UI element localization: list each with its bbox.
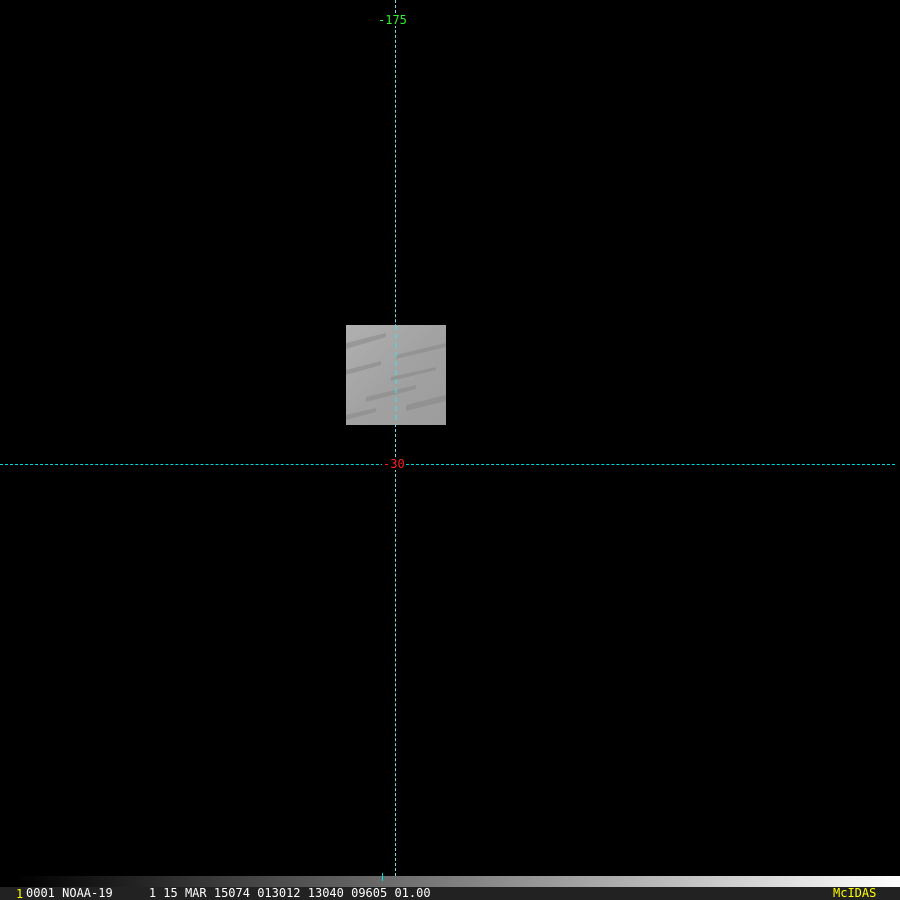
- longitude-grid-line: [395, 0, 396, 876]
- mcidas-display: -175 -30 1 0001 NOAA-19 1 15 MAR 15074 0…: [0, 0, 900, 900]
- color-bar-marker: [382, 873, 383, 881]
- latitude-label: -30: [382, 457, 406, 471]
- mcidas-brand: McIDAS: [833, 886, 877, 900]
- satellite-image-tile: [346, 325, 446, 425]
- status-bar: 1 0001 NOAA-19 1 15 MAR 15074 013012 130…: [0, 887, 900, 900]
- latitude-grid-line: [0, 464, 895, 465]
- image-info: 0001 NOAA-19 1 15 MAR 15074 013012 13040…: [26, 886, 431, 900]
- longitude-label: -175: [377, 13, 408, 27]
- frame-number: 1: [16, 887, 24, 900]
